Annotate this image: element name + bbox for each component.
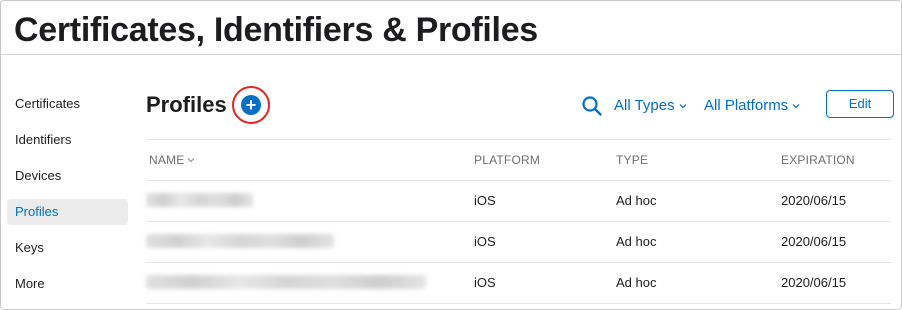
redacted-profile-name [146,193,253,207]
filter-types-dropdown[interactable]: All Types [614,97,687,114]
redacted-profile-name [146,275,426,289]
chevron-down-icon [679,103,687,108]
sort-chevron-icon [188,158,195,163]
column-header-type: TYPE [616,153,649,167]
row-type: Ad hoc [616,275,657,290]
table-bottom-border [146,303,891,305]
title-divider [1,54,901,55]
row-expiration: 2020/06/15 [781,234,847,249]
redacted-profile-name [146,234,334,248]
sidebar-item-more[interactable]: More [7,271,128,297]
row-platform: iOS [474,193,496,208]
row-expiration: 2020/06/15 [781,275,847,290]
sidebar-item-devices[interactable]: Devices [7,163,128,189]
add-profile-button[interactable]: + [241,95,261,115]
column-header-name-label: NAME [149,153,185,167]
chevron-down-icon [792,103,800,108]
window: Certificates, Identifiers & Profiles Cer… [0,0,902,310]
filter-platforms-dropdown[interactable]: All Platforms [704,97,800,114]
edit-button[interactable]: Edit [826,90,894,118]
sidebar-item-certificates[interactable]: Certificates [7,91,128,117]
filter-types-label: All Types [614,97,675,114]
sidebar-item-identifiers[interactable]: Identifiers [7,127,128,153]
filter-platforms-label: All Platforms [704,97,789,114]
sidebar-item-profiles[interactable]: Profiles [7,199,128,225]
row-platform: iOS [474,275,496,290]
page-title: Certificates, Identifiers & Profiles [14,11,538,49]
sidebar: Certificates Identifiers Devices Profile… [7,91,128,307]
table-row[interactable]: iOS Ad hoc 2020/06/15 [146,221,891,262]
table-row[interactable]: iOS Ad hoc 2020/06/15 [146,180,891,221]
row-expiration: 2020/06/15 [781,193,847,208]
column-header-platform: PLATFORM [474,153,541,167]
column-header-expiration: EXPIRATION [781,153,855,167]
sidebar-item-keys[interactable]: Keys [7,235,128,261]
search-icon[interactable] [581,95,603,117]
profiles-table: NAME PLATFORM TYPE EXPIRATION iOS Ad hoc… [146,139,891,305]
column-header-name[interactable]: NAME [149,140,195,180]
table-header: NAME PLATFORM TYPE EXPIRATION [146,139,891,180]
row-type: Ad hoc [616,193,657,208]
row-platform: iOS [474,234,496,249]
section-title: Profiles [146,92,227,117]
row-type: Ad hoc [616,234,657,249]
table-row[interactable]: iOS Ad hoc 2020/06/15 [146,262,891,303]
